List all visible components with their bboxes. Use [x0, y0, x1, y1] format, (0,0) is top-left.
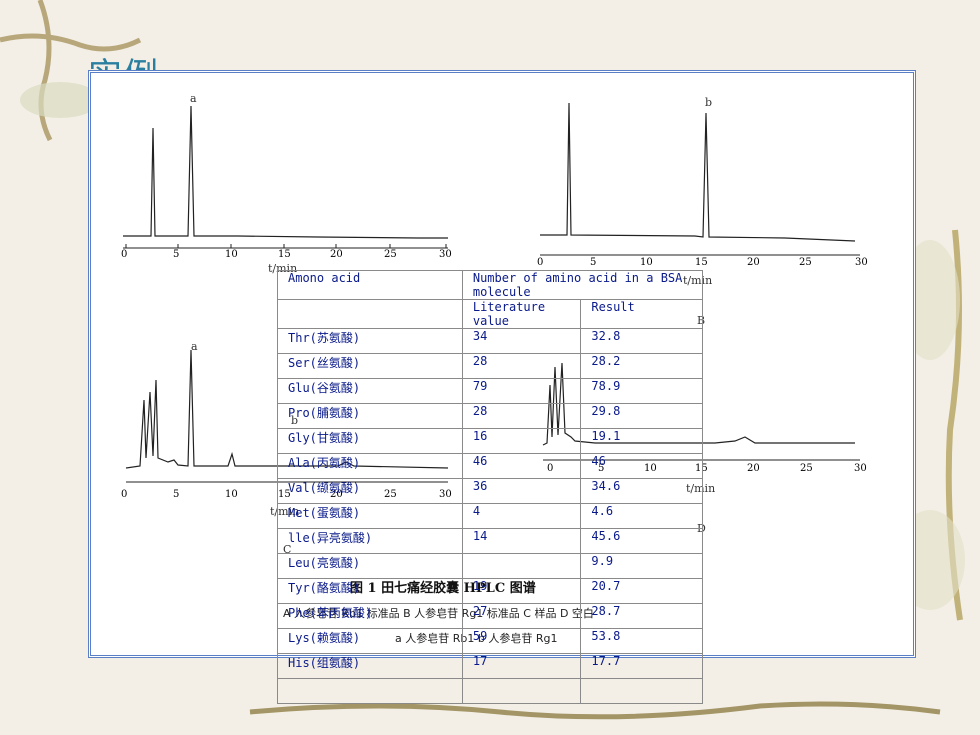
amino-acid-cell: Val(缬氨酸)	[277, 478, 463, 504]
header-result: Result	[580, 299, 703, 329]
table-row: Phe(苯丙氨酸) 27 28.7	[277, 603, 703, 629]
literature-value-cell: 79	[462, 378, 582, 404]
table-row: Lys(赖氨酸) 59 53.8	[277, 628, 703, 654]
table-row: His(组氨酸) 17 17.7	[277, 653, 703, 679]
tick-label: 20	[747, 257, 760, 268]
amino-acid-cell: lle(异亮氨酸)	[277, 528, 463, 554]
table-row: Leu(亮氨酸) 9.9	[277, 553, 703, 579]
table-row: Pro(脯氨酸) 28 29.8	[277, 403, 703, 429]
result-cell: 9.9	[580, 553, 703, 579]
amino-acid-cell: Pro(脯氨酸)	[277, 403, 463, 429]
chromatogram-a	[118, 88, 463, 273]
result-cell	[580, 678, 703, 704]
tick-label: 5	[590, 257, 597, 268]
literature-value-cell: 14	[462, 528, 582, 554]
table-row: Ser(丝氨酸) 28 28.2	[277, 353, 703, 379]
amino-acid-cell: Glu(谷氨酸)	[277, 378, 463, 404]
peak-label-b: b	[705, 96, 713, 109]
literature-value-cell: 17	[462, 653, 582, 679]
tick-label: 25	[799, 257, 812, 268]
result-cell: 34.6	[580, 478, 703, 504]
tick-label: 0	[121, 249, 128, 260]
table-row: Ala(丙氨酸) 46 46	[277, 453, 703, 479]
literature-value-cell: 27	[462, 603, 582, 629]
tick-label: 15	[695, 257, 708, 268]
peak-label-a: a	[190, 92, 197, 105]
tick-label: 20	[747, 463, 760, 474]
peak-label-c-a: a	[191, 340, 198, 353]
result-cell: 28.2	[580, 353, 703, 379]
result-cell: 45.6	[580, 528, 703, 554]
tick-label: 25	[384, 249, 397, 260]
result-cell: 4.6	[580, 503, 703, 529]
table-row: Val(缬氨酸) 36 34.6	[277, 478, 703, 504]
literature-value-cell: 28	[462, 403, 582, 429]
amino-acid-cell: Gly(甘氨酸)	[277, 428, 463, 454]
result-cell: 29.8	[580, 403, 703, 429]
literature-value-cell: 28	[462, 353, 582, 379]
header-blank	[277, 299, 463, 329]
tick-label: 5	[173, 489, 180, 500]
table-header-row: Amono acid Number of amino acid in a BSA…	[277, 270, 704, 300]
amino-acid-cell: Tyr(酪氨酸)	[277, 578, 463, 604]
literature-value-cell: 36	[462, 478, 582, 504]
result-cell: 20.7	[580, 578, 703, 604]
amino-acid-cell	[277, 678, 463, 704]
amino-acid-cell: His(组氨酸)	[277, 653, 463, 679]
literature-value-cell: 4	[462, 503, 582, 529]
literature-value-cell	[462, 678, 582, 704]
table-row: Met(蛋氨酸) 4 4.6	[277, 503, 703, 529]
amino-acid-cell: Phe(苯丙氨酸)	[277, 603, 463, 629]
header-literature-value: Literature value	[462, 299, 582, 329]
amino-acid-cell: Leu(亮氨酸)	[277, 553, 463, 579]
header-bsa-count: Number of amino acid in a BSA molecule	[462, 270, 704, 300]
result-cell: 78.9	[580, 378, 703, 404]
table-subheader-row: Literature value Result	[277, 299, 703, 329]
table-row	[277, 678, 703, 704]
amino-acid-cell: Met(蛋氨酸)	[277, 503, 463, 529]
tick-label: 10	[640, 257, 653, 268]
tick-label: 15	[278, 249, 291, 260]
literature-value-cell: 59	[462, 628, 582, 654]
amino-acid-cell: Ala(丙氨酸)	[277, 453, 463, 479]
amino-acid-cell: Lys(赖氨酸)	[277, 628, 463, 654]
result-cell: 17.7	[580, 653, 703, 679]
table-row: Gly(甘氨酸) 16 19.1	[277, 428, 703, 454]
tick-label: 10	[225, 249, 238, 260]
result-cell: 19.1	[580, 428, 703, 454]
literature-value-cell: 46	[462, 453, 582, 479]
result-cell: 32.8	[580, 328, 703, 354]
chromatogram-b	[535, 95, 865, 265]
amino-acid-cell: Thr(苏氨酸)	[277, 328, 463, 354]
result-cell: 46	[580, 453, 703, 479]
table-row: lle(异亮氨酸) 14 45.6	[277, 528, 703, 554]
literature-value-cell	[462, 553, 582, 579]
tick-label: 30	[855, 257, 868, 268]
result-cell: 28.7	[580, 603, 703, 629]
tick-label: 25	[800, 463, 813, 474]
tick-label: 30	[854, 463, 867, 474]
tick-label: 20	[330, 249, 343, 260]
amino-acid-table: Amono acid Number of amino acid in a BSA…	[277, 270, 704, 704]
tick-label: 0	[121, 489, 128, 500]
tick-label: 30	[439, 249, 452, 260]
header-amino-acid: Amono acid	[277, 270, 463, 300]
result-cell: 53.8	[580, 628, 703, 654]
amino-acid-cell: Ser(丝氨酸)	[277, 353, 463, 379]
table-row: Tyr(酪氨酸) 19 20.7	[277, 578, 703, 604]
tick-label: 10	[225, 489, 238, 500]
table-row: Glu(谷氨酸) 79 78.9	[277, 378, 703, 404]
literature-value-cell: 16	[462, 428, 582, 454]
tick-label: 0	[537, 257, 544, 268]
table-row: Thr(苏氨酸) 34 32.8	[277, 328, 703, 354]
literature-value-cell: 19	[462, 578, 582, 604]
tick-label: 5	[173, 249, 180, 260]
literature-value-cell: 34	[462, 328, 582, 354]
